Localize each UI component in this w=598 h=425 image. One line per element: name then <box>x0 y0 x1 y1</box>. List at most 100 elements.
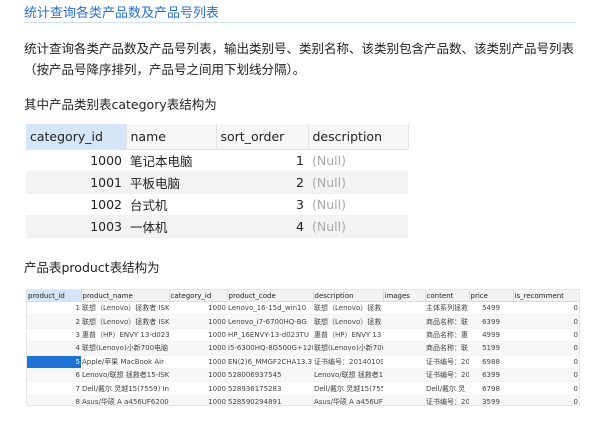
images-cell[interactable] <box>383 301 425 316</box>
category-id-cell[interactable]: 1000 <box>26 149 126 172</box>
sort-order-cell[interactable]: 1 <box>216 149 308 172</box>
category-name-cell[interactable]: 平板电脑 <box>126 171 216 194</box>
column-header-price[interactable]: price <box>469 290 514 302</box>
description-cell[interactable]: Asus/华硕 A a456UF <box>313 395 383 405</box>
table-row[interactable]: 4 联想(Lenovo)小新700电脑 1000 i5-6300HQ-8G500… <box>27 341 579 356</box>
category-id-cell[interactable]: 1002 <box>26 193 126 216</box>
is-recomment-cell[interactable]: 0 <box>513 314 579 329</box>
product-id-cell[interactable]: 3 <box>27 328 81 343</box>
images-cell[interactable] <box>383 341 425 356</box>
product-code-cell[interactable]: 528936175283 <box>227 381 313 396</box>
column-header-is-recomment[interactable]: is_recomment <box>513 290 579 302</box>
content-cell[interactable]: 商品名称：联 <box>425 341 469 356</box>
description-cell[interactable]: 联想（Lenovo）拯救 <box>313 301 383 316</box>
description-cell[interactable]: (Null) <box>308 149 408 172</box>
description-cell[interactable]: 惠普（HP）ENVY 13 <box>313 328 383 343</box>
content-cell[interactable]: 商品名称：联 <box>425 314 469 329</box>
price-cell[interactable]: 3599 <box>469 395 513 405</box>
images-cell[interactable] <box>383 328 425 343</box>
content-cell[interactable]: 证书编号：20 <box>425 368 469 383</box>
description-cell[interactable]: (Null) <box>308 215 408 238</box>
table-row[interactable]: 1 联想（Lenovo）拯救者 ISK 1000 Lenovo_16-15d_w… <box>27 301 579 316</box>
table-row[interactable]: 1002 台式机 3 (Null) <box>26 193 408 216</box>
description-cell[interactable]: (Null) <box>308 171 408 194</box>
product-id-cell[interactable]: 1 <box>27 301 81 316</box>
table-row[interactable]: 6 Lenovo/联想 拯救者15-ISK 1000 528006937545 … <box>27 368 579 383</box>
product-id-cell[interactable]: 4 <box>27 341 81 356</box>
content-cell[interactable]: 商品名称：惠 <box>425 328 469 343</box>
price-cell[interactable]: 4999 <box>469 328 513 343</box>
description-cell[interactable]: Lenovo/联想 拯救者1 <box>313 368 383 383</box>
product-id-cell[interactable]: 6 <box>27 368 81 383</box>
product-name-cell[interactable]: Apple/苹果 MacBook Air <box>81 355 169 369</box>
product-name-cell[interactable]: 联想（Lenovo）拯救者 ISK <box>81 301 169 316</box>
column-header-category-id[interactable]: category_id <box>169 290 228 302</box>
table-row[interactable]: 1001 平板电脑 2 (Null) <box>26 171 408 194</box>
product-id-cell[interactable]: 5 <box>27 355 81 369</box>
content-cell[interactable]: 主体系列拯救 <box>425 301 469 316</box>
images-cell[interactable] <box>383 395 425 405</box>
category-id-cell[interactable]: 1000 <box>169 301 227 316</box>
description-cell[interactable]: 联想(Lenovo)小新700 <box>313 341 383 356</box>
product-code-cell[interactable]: Lenovo_i7-6700HQ-BG <box>227 314 313 329</box>
images-cell[interactable] <box>383 314 425 329</box>
price-cell[interactable]: 6988 <box>469 355 513 369</box>
column-header-sort-order[interactable]: sort_order <box>216 124 309 150</box>
sort-order-cell[interactable]: 2 <box>216 171 308 194</box>
content-cell[interactable]: 证书编号：20 <box>425 355 469 369</box>
product-name-cell[interactable]: 惠普（HP）ENVY 13-d023 <box>81 328 169 343</box>
category-id-cell[interactable]: 1000 <box>169 328 227 343</box>
column-header-description[interactable]: description <box>308 124 409 150</box>
price-cell[interactable]: 6399 <box>469 314 513 329</box>
column-header-product-id[interactable]: product_id <box>27 290 82 302</box>
column-header-category-id[interactable]: category_id <box>26 124 127 150</box>
product-id-cell[interactable]: 7 <box>27 381 81 396</box>
category-name-cell[interactable]: 一体机 <box>126 215 216 238</box>
product-code-cell[interactable]: i5-6300HQ-8G500G+128G <box>227 341 313 356</box>
category-id-cell[interactable]: 1001 <box>26 171 126 194</box>
description-cell[interactable]: (Null) <box>308 193 408 216</box>
images-cell[interactable] <box>383 381 425 396</box>
product-code-cell[interactable]: Lenovo_16-15d_win10 <box>227 301 313 316</box>
description-cell[interactable]: Dell/戴尔 灵越15(755 <box>313 381 383 396</box>
table-row[interactable]: 8 Asus/华硕 A a456UF6200 1000 528590294891… <box>27 395 579 405</box>
product-name-cell[interactable]: 联想(Lenovo)小新700电脑 <box>81 341 169 356</box>
table-row-selected[interactable]: 5 Apple/苹果 MacBook Air 1000 EN(2)6_MMGF2… <box>27 355 579 369</box>
content-cell[interactable]: Dell/戴尔 灵 <box>425 381 469 396</box>
is-recomment-cell[interactable]: 0 <box>513 328 579 343</box>
table-row[interactable]: 3 惠普（HP）ENVY 13-d023 1000 HP_16ENVY-13-d… <box>27 328 579 343</box>
category-name-cell[interactable]: 台式机 <box>126 193 216 216</box>
category-id-cell[interactable]: 1000 <box>169 395 227 405</box>
is-recomment-cell[interactable]: 0 <box>513 341 579 356</box>
column-header-product-name[interactable]: product_name <box>81 290 170 302</box>
product-id-cell[interactable]: 8 <box>27 395 81 405</box>
column-header-images[interactable]: images <box>383 290 426 302</box>
price-cell[interactable]: 6798 <box>469 381 513 396</box>
column-header-name[interactable]: name <box>126 124 217 150</box>
product-code-cell[interactable]: EN(2)6_MMGF2CHA13.3 <box>227 355 313 369</box>
sort-order-cell[interactable]: 4 <box>216 215 308 238</box>
product-name-cell[interactable]: 联想（Lenovo）拯救者 ISK <box>81 314 169 329</box>
product-code-cell[interactable]: 528006937545 <box>227 368 313 383</box>
description-cell[interactable]: 证书编号：20140109 <box>313 355 383 369</box>
price-cell[interactable]: 5499 <box>469 301 513 316</box>
images-cell[interactable] <box>383 368 425 383</box>
price-cell[interactable]: 5199 <box>469 341 513 356</box>
is-recomment-cell[interactable]: 0 <box>513 395 579 405</box>
category-id-cell[interactable]: 1000 <box>169 314 227 329</box>
sort-order-cell[interactable]: 3 <box>216 193 308 216</box>
table-row[interactable]: 2 联想（Lenovo）拯救者 ISK 1000 Lenovo_i7-6700H… <box>27 314 579 329</box>
price-cell[interactable]: 6399 <box>469 368 513 383</box>
images-cell[interactable] <box>383 355 425 369</box>
description-cell[interactable]: 联想（Lenovo）拯救 <box>313 314 383 329</box>
category-id-cell[interactable]: 1000 <box>169 368 227 383</box>
category-id-cell[interactable]: 1000 <box>169 381 227 396</box>
column-header-content[interactable]: content <box>425 290 470 302</box>
category-id-cell[interactable]: 1000 <box>169 341 227 356</box>
column-header-description[interactable]: description <box>313 290 384 302</box>
is-recomment-cell[interactable]: 0 <box>513 301 579 316</box>
category-name-cell[interactable]: 笔记本电脑 <box>126 149 216 172</box>
category-id-cell[interactable]: 1000 <box>169 355 227 369</box>
product-code-cell[interactable]: HP_16ENVY-13-d023TU <box>227 328 313 343</box>
is-recomment-cell[interactable]: 0 <box>513 368 579 383</box>
